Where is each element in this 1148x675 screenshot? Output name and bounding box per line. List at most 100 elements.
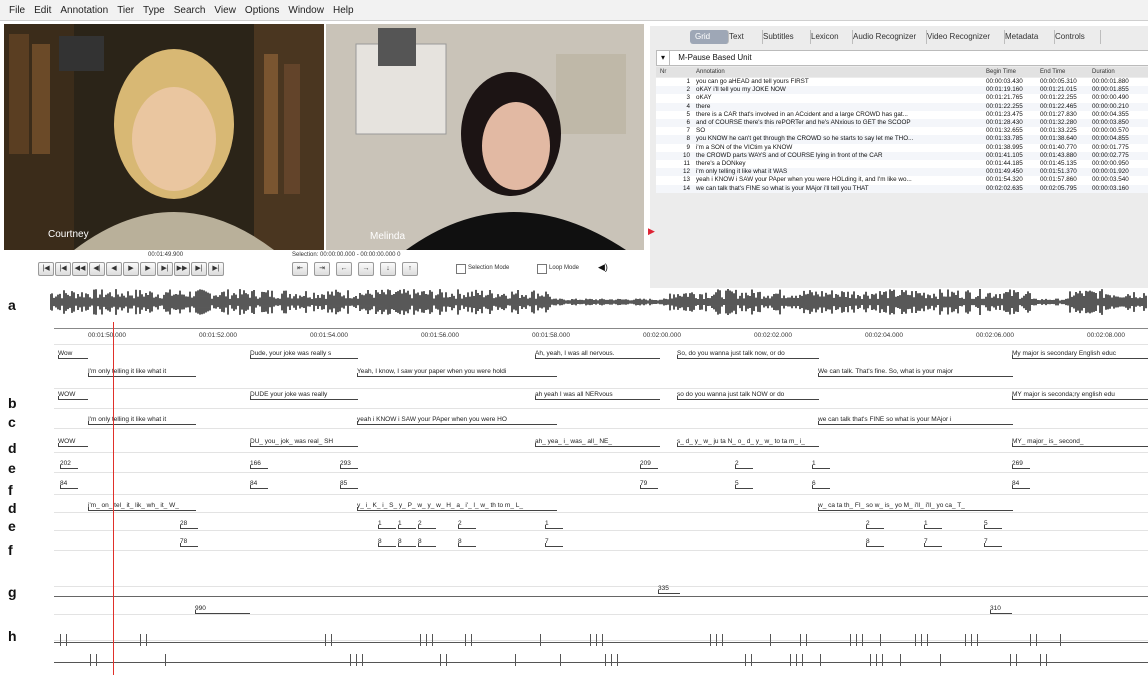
tier-h-boundary[interactable] — [90, 654, 91, 666]
tier-h-boundary[interactable] — [96, 654, 97, 666]
playback-button[interactable]: ▶| — [157, 262, 173, 276]
tab-lexicon[interactable]: Lexicon — [806, 30, 853, 44]
tier-h-boundary[interactable] — [1036, 634, 1037, 646]
tier-h-boundary[interactable] — [800, 634, 801, 646]
annotation-value[interactable]: 2 — [458, 519, 476, 529]
annotation-value[interactable]: 8 — [866, 537, 884, 547]
grid-row[interactable]: 6 and of COURSE there's this rePORTer and… — [656, 119, 1148, 128]
tier-h-boundary[interactable] — [722, 634, 723, 646]
navigation-button[interactable]: ⇥ — [314, 262, 330, 276]
navigation-button[interactable]: ⇤ — [292, 262, 308, 276]
menu-item[interactable]: Help — [333, 5, 354, 16]
grid-column-header[interactable]: Annotation — [696, 67, 725, 77]
tier-h-boundary[interactable] — [446, 654, 447, 666]
tier-h-boundary[interactable] — [362, 654, 363, 666]
tier-h-boundary[interactable] — [900, 654, 901, 666]
tier-h-boundary[interactable] — [710, 634, 711, 646]
annotation-cell[interactable]: Wow — [58, 349, 88, 359]
tier-h-boundary[interactable] — [1046, 654, 1047, 666]
tier-h-boundary[interactable] — [325, 634, 326, 646]
annotation-value[interactable]: 209 — [640, 459, 658, 469]
tier-h-boundary[interactable] — [940, 654, 941, 666]
tier-h-boundary[interactable] — [1010, 654, 1011, 666]
annotation-cell[interactable]: s_ d_ y_ w_ ju ta N_ o_ d_ y_ w_ to ta m… — [677, 437, 819, 447]
navigation-button[interactable]: ↓ — [380, 262, 396, 276]
tier-h-boundary[interactable] — [617, 654, 618, 666]
annotation-cell[interactable]: Ah, yeah, I was all nervous. — [535, 349, 660, 359]
tier-h-boundary[interactable] — [465, 634, 466, 646]
annotation-value[interactable]: 7 — [545, 537, 563, 547]
navigation-button[interactable]: ← — [336, 262, 352, 276]
playback-button[interactable]: ▶ — [123, 262, 139, 276]
tier-h-boundary[interactable] — [440, 654, 441, 666]
grid-row[interactable]: 4 there 00:01:22.255 00:01:22.465 00:00:00.2… — [656, 102, 1148, 111]
tier-h-boundary[interactable] — [927, 634, 928, 646]
annotation-value[interactable]: 5 — [984, 519, 1002, 529]
annotation-value[interactable]: 84 — [1012, 479, 1030, 489]
annotation-value[interactable]: 202 — [60, 459, 78, 469]
tier-h-boundary[interactable] — [426, 634, 427, 646]
annotation-cell[interactable]: Dude, your joke was really s — [250, 349, 358, 359]
tier-g-annotation[interactable]: 310 — [990, 604, 1012, 614]
annotation-value[interactable]: 166 — [250, 459, 268, 469]
annotation-value[interactable]: 85 — [340, 479, 358, 489]
tier-h-boundary[interactable] — [882, 654, 883, 666]
tier-h-boundary[interactable] — [820, 654, 821, 666]
tier-h-boundary[interactable] — [596, 634, 597, 646]
tier-h-boundary[interactable] — [1040, 654, 1041, 666]
annotation-cell[interactable]: MY_ major_ is_ second_ — [1012, 437, 1148, 447]
tier-h-boundary[interactable] — [850, 634, 851, 646]
playback-button[interactable]: ◀◀ — [72, 262, 88, 276]
menu-item[interactable]: Type — [143, 5, 165, 16]
tab-subtitles[interactable]: Subtitles — [758, 30, 811, 44]
tier-h-boundary[interactable] — [870, 654, 871, 666]
grid-column-header[interactable]: Duration — [1092, 67, 1115, 77]
annotation-value[interactable]: 84 — [250, 479, 268, 489]
grid-row[interactable]: 9 i'm a SON of the VICtim ya KNOW 00:01:38… — [656, 143, 1148, 152]
annotation-value[interactable]: 79 — [640, 479, 658, 489]
tier-h-boundary[interactable] — [716, 634, 717, 646]
annotation-cell[interactable]: yeah i KNOW i SAW your PAper when you we… — [357, 415, 557, 425]
tier-h-boundary[interactable] — [602, 634, 603, 646]
tier-h-boundary[interactable] — [862, 634, 863, 646]
menu-item[interactable]: Search — [174, 5, 206, 16]
annotation-cell[interactable]: i'm_ on_ tel_ it_ lik_ wh_ it_ W_ — [88, 501, 196, 511]
tier-h-boundary[interactable] — [331, 634, 332, 646]
playback-button[interactable]: ◀| — [89, 262, 105, 276]
tier-h-boundary[interactable] — [770, 634, 771, 646]
annotation-cell[interactable]: I'm only telling it like what it — [88, 367, 196, 377]
annotation-value[interactable]: 8 — [398, 537, 416, 547]
annotation-cell[interactable]: We can talk. That's fine. So, what is yo… — [818, 367, 1013, 377]
tier-h-boundary[interactable] — [590, 634, 591, 646]
annotation-value[interactable]: 78 — [180, 537, 198, 547]
playhead-line[interactable] — [113, 322, 114, 675]
annotation-value[interactable]: 7 — [924, 537, 942, 547]
tier-h-boundary[interactable] — [915, 634, 916, 646]
tier-select[interactable]: ▾ M-Pause Based Unit — [656, 50, 1148, 66]
selection-mode-checkbox[interactable] — [456, 264, 466, 274]
tier-h-boundary[interactable] — [420, 634, 421, 646]
annotation-value[interactable]: 269 — [1012, 459, 1030, 469]
annotation-cell[interactable]: w_ ca ta th_ FI_ so w_ is_ yo M_ i'll_ i… — [818, 501, 1013, 511]
tier-h-boundary[interactable] — [790, 654, 791, 666]
grid-column-header[interactable]: Nr — [660, 67, 666, 77]
grid-row[interactable]: 5 there is a CAR that's involved in an AC… — [656, 110, 1148, 119]
annotation-cell[interactable]: WOW — [58, 390, 88, 400]
tier-h-boundary[interactable] — [796, 654, 797, 666]
menu-item[interactable]: Edit — [34, 5, 51, 16]
tier-h-boundary[interactable] — [146, 634, 147, 646]
playback-button[interactable]: ◀ — [106, 262, 122, 276]
annotation-value[interactable]: 84 — [60, 479, 78, 489]
grid-row[interactable]: 3 oKAY 00:01:21.765 00:01:22.255 00:00:00.49… — [656, 94, 1148, 103]
tab-video-recognizer[interactable]: Video Recognizer — [922, 30, 1005, 44]
tier-g-annotation[interactable]: 335 — [658, 584, 680, 594]
annotation-value[interactable]: 5 — [735, 479, 753, 489]
menu-item[interactable]: File — [9, 5, 25, 16]
menu-item[interactable]: View — [214, 5, 236, 16]
annotation-value[interactable]: 8 — [378, 537, 396, 547]
tier-h-boundary[interactable] — [60, 634, 61, 646]
grid-row[interactable]: 1 you can go aHEAD and tell yours FIRST 00… — [656, 78, 1148, 87]
tier-h-boundary[interactable] — [611, 654, 612, 666]
annotation-value[interactable]: 2 — [735, 459, 753, 469]
playback-button[interactable]: ▶▶ — [174, 262, 190, 276]
